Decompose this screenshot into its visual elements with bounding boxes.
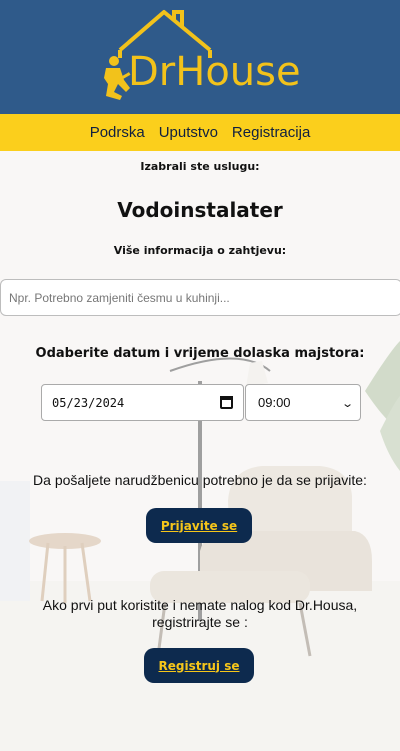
selected-service-label: Izabrali ste uslugu: — [140, 160, 260, 173]
request-details-input[interactable] — [0, 279, 400, 316]
login-button[interactable]: Prijavite se — [146, 508, 252, 543]
nav-item-registracija[interactable]: Registracija — [232, 124, 310, 141]
service-name: Vodoinstalater — [117, 198, 283, 222]
site-header: DrHouse — [0, 0, 400, 114]
register-prompt-line1: Ako prvi put koristite i nemate nalog ko… — [42, 597, 358, 613]
main-nav: Podrska Uputstvo Registracija — [0, 114, 400, 151]
login-prompt: Da pošaljete narudžbenicu potrebno je da… — [33, 472, 367, 488]
register-button[interactable]: Registruj se — [144, 648, 254, 683]
more-info-label: Više informacija o zahtjevu: — [113, 244, 287, 257]
chevron-down-icon: ⌄ — [340, 398, 354, 410]
date-input[interactable]: 05/23/2024 — [41, 384, 244, 421]
order-panel: Izabrali ste uslugu: Vodoinstalater Više… — [0, 151, 400, 751]
nav-item-podrska[interactable]: Podrska — [90, 124, 145, 141]
register-prompt: Ako prvi put koristite i nemate nalog ko… — [0, 597, 400, 631]
time-value: 09:00 — [258, 395, 291, 410]
logo-wordmark: DrHouse — [128, 49, 301, 95]
time-select[interactable]: 09:00 ⌄ — [245, 384, 361, 421]
date-value: 05/23/2024 — [52, 395, 125, 410]
register-prompt-line2: registrirajte se : — [152, 614, 248, 630]
calendar-icon[interactable] — [220, 396, 233, 409]
date-time-label: Odaberite datum i vrijeme dolaska majsto… — [35, 346, 365, 361]
plumber-icon — [104, 56, 131, 100]
nav-item-uputstvo[interactable]: Uputstvo — [159, 124, 218, 141]
